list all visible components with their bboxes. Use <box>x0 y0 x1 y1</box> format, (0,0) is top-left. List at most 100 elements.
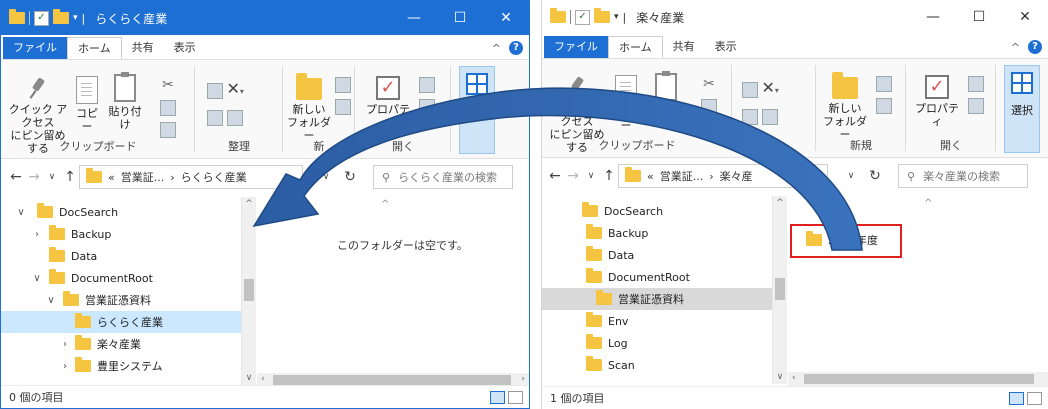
easy-access-icon[interactable] <box>335 99 351 115</box>
scroll-left-icon[interactable]: ‹ <box>261 374 265 384</box>
address-box[interactable]: « 営業証... › 楽々産 <box>618 164 828 188</box>
help-icon[interactable]: ? <box>1028 40 1042 54</box>
new-item-icon[interactable] <box>335 77 351 93</box>
breadcrumb-overflow[interactable]: « <box>647 170 654 183</box>
copy-button[interactable]: コピー <box>71 76 103 133</box>
tree-item-eigyo[interactable]: ∨ 営業証憑資料 <box>1 289 241 311</box>
large-icons-view-icon[interactable] <box>1027 391 1042 405</box>
chevron-down-icon[interactable]: ∨ <box>15 207 27 218</box>
recent-locations-icon[interactable]: ∨ <box>43 172 61 182</box>
file-list-pane[interactable]: ^ このフォルダーは空です。 <box>257 197 529 385</box>
file-list-pane[interactable]: ^ 2022年度 <box>788 196 1048 384</box>
paste-button[interactable] <box>646 71 686 104</box>
properties-check-icon[interactable]: ✓ <box>575 9 590 25</box>
sort-caret-icon[interactable]: ^ <box>381 199 389 210</box>
select-button[interactable]: 選択 <box>459 66 495 154</box>
easy-access-icon[interactable] <box>876 98 892 114</box>
tab-share[interactable]: 共有 <box>663 36 705 58</box>
tab-view[interactable]: 表示 <box>705 36 747 58</box>
scroll-down-icon[interactable]: ∨ <box>242 373 256 383</box>
open-icon[interactable] <box>968 76 984 92</box>
tree-item-rakuraku[interactable]: らくらく産業 <box>1 311 241 333</box>
breadcrumb-current[interactable]: らくらく産業 <box>181 169 247 185</box>
address-box[interactable]: « 営業証... › らくらく産業 <box>79 165 303 189</box>
tree-item-data[interactable]: Data <box>542 244 772 266</box>
title-bar[interactable]: ✓ ▾ | 楽々産業 — ☐ ✕ <box>542 0 1048 34</box>
copy-path-icon[interactable] <box>160 100 176 116</box>
scroll-thumb[interactable] <box>273 375 511 385</box>
close-button[interactable]: ✕ <box>483 1 529 35</box>
open-icon[interactable] <box>419 77 435 93</box>
refresh-icon[interactable]: ↻ <box>866 168 884 184</box>
search-box[interactable]: ⚲ 楽々産業の検索 <box>898 164 1028 188</box>
maximize-button[interactable]: ☐ <box>437 1 483 35</box>
large-icons-view-icon[interactable] <box>508 390 523 404</box>
scroll-right-icon[interactable]: › <box>521 374 525 384</box>
cut-icon[interactable]: ✂ <box>703 76 715 92</box>
tab-share[interactable]: 共有 <box>122 37 164 59</box>
tree-item-documentroot[interactable]: ∨ DocumentRoot <box>1 267 241 289</box>
delete-icon[interactable]: ✕ <box>762 78 775 97</box>
close-button[interactable]: ✕ <box>1002 0 1048 34</box>
scroll-thumb[interactable] <box>775 278 785 300</box>
rename-icon[interactable] <box>761 109 778 125</box>
ribbon-collapse-icon[interactable]: ^ <box>492 42 501 55</box>
chevron-right-icon[interactable]: › <box>59 339 71 350</box>
tree-item-scan[interactable]: Scan <box>542 354 772 376</box>
tree-item-data[interactable]: Data <box>1 245 241 267</box>
tree-item-eigyo[interactable]: 営業証憑資料 <box>542 288 772 310</box>
folder-item-2022[interactable]: 2022年度 <box>806 231 878 248</box>
properties-button[interactable]: ✓ プロパティ <box>910 75 964 128</box>
quick-access-dropdown-icon[interactable]: ▾ <box>614 12 619 22</box>
copy-to-icon[interactable] <box>742 109 758 125</box>
tab-home[interactable]: ホーム <box>608 36 663 58</box>
maximize-button[interactable]: ☐ <box>956 0 1002 34</box>
scroll-left-icon[interactable]: ‹ <box>792 373 796 383</box>
nav-vertical-scrollbar[interactable]: ^ ∨ <box>773 196 787 384</box>
chevron-right-icon[interactable]: › <box>59 361 71 372</box>
title-bar[interactable]: ✓ ▾ | らくらく産業 — ☐ ✕ <box>1 1 529 35</box>
tree-item-documentroot[interactable]: DocumentRoot <box>542 266 772 288</box>
chevron-right-icon[interactable]: › <box>31 229 43 240</box>
paste-shortcut-icon[interactable] <box>160 122 176 138</box>
breadcrumb-parent[interactable]: 営業証... <box>121 169 165 185</box>
new-folder-icon[interactable] <box>53 9 69 24</box>
tab-view[interactable]: 表示 <box>164 37 206 59</box>
tab-file[interactable]: ファイル <box>3 37 67 59</box>
breadcrumb-current[interactable]: 楽々産 <box>720 168 753 184</box>
details-view-icon[interactable] <box>490 390 505 404</box>
scroll-thumb[interactable] <box>804 374 1034 384</box>
breadcrumb-parent[interactable]: 営業証... <box>660 168 704 184</box>
tab-file[interactable]: ファイル <box>544 36 608 58</box>
tree-item-backup[interactable]: › Backup <box>1 223 241 245</box>
chevron-down-icon[interactable]: ∨ <box>45 295 57 306</box>
address-dropdown-icon[interactable]: ∨ <box>842 171 860 181</box>
new-folder-button[interactable]: 新しい フォルダー <box>820 71 870 141</box>
breadcrumb-overflow[interactable]: « <box>108 171 115 184</box>
up-arrow-icon[interactable]: ↑ <box>61 169 79 185</box>
edit-icon[interactable] <box>968 98 984 114</box>
search-box[interactable]: ⚲ らくらく産業の検索 <box>373 165 513 189</box>
tree-item-log[interactable]: Log <box>542 332 772 354</box>
rename-icon[interactable] <box>226 110 243 126</box>
tree-item-docsearch[interactable]: DocSearch <box>542 200 772 222</box>
address-dropdown-icon[interactable]: ∨ <box>317 172 335 182</box>
select-button[interactable]: 選択 <box>1004 65 1040 153</box>
sort-caret-icon[interactable]: ^ <box>924 198 932 209</box>
paste-button[interactable]: 貼り付け <box>105 72 145 131</box>
back-arrow-icon[interactable]: ← <box>7 169 25 185</box>
properties-check-icon[interactable]: ✓ <box>34 10 49 26</box>
details-view-icon[interactable] <box>1009 391 1024 405</box>
refresh-icon[interactable]: ↻ <box>341 169 359 185</box>
breadcrumb-separator[interactable]: › <box>170 171 174 184</box>
tree-item-env[interactable]: Env <box>542 310 772 332</box>
content-horizontal-scrollbar[interactable]: ‹ <box>788 372 1048 386</box>
scroll-up-icon[interactable]: ^ <box>773 198 787 208</box>
copy-to-icon[interactable] <box>207 110 223 126</box>
new-item-icon[interactable] <box>876 76 892 92</box>
cut-icon[interactable]: ✂ <box>162 77 174 93</box>
forward-arrow-icon[interactable]: → <box>564 168 582 184</box>
ribbon-collapse-icon[interactable]: ^ <box>1011 41 1020 54</box>
forward-arrow-icon[interactable]: → <box>25 169 43 185</box>
chevron-down-icon[interactable]: ∨ <box>31 273 43 284</box>
